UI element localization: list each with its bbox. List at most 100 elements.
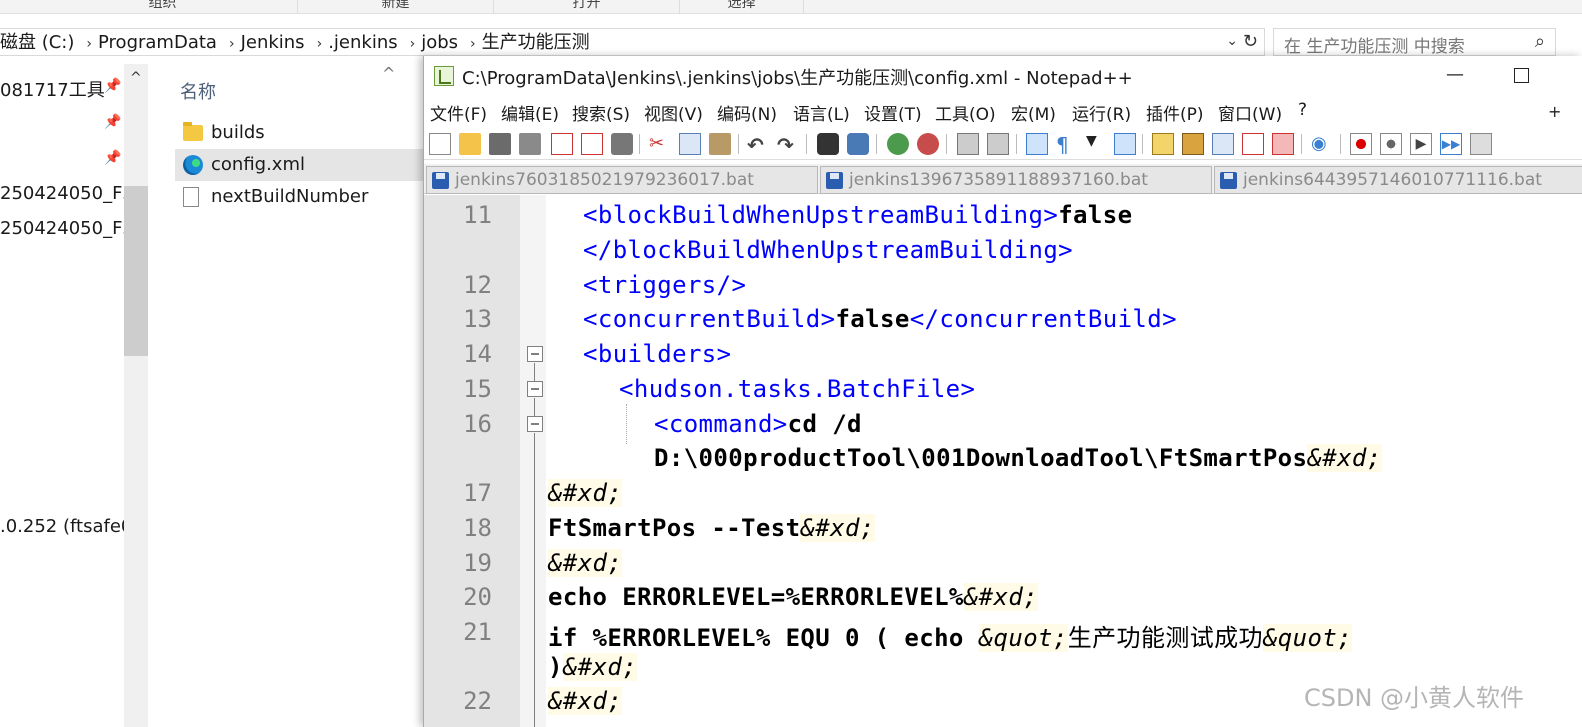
- minimize-button[interactable]: —: [1446, 64, 1464, 85]
- menu-run[interactable]: 运行(R): [1072, 100, 1131, 125]
- xml-text: D:\000productTool\001DownloadTool\FtSmar…: [654, 444, 1308, 472]
- folder-icon: [183, 122, 203, 141]
- run-macro-multiple-icon[interactable]: ▶▶: [1440, 133, 1462, 155]
- code-line-13: <concurrentBuild>false</concurrentBuild>: [583, 305, 1177, 333]
- fold-collapse-icon[interactable]: [527, 381, 543, 397]
- breadcrumb-dot-jenkins[interactable]: .jenkins: [328, 32, 397, 53]
- quick-access-item[interactable]: 250424050_F3: [0, 183, 134, 204]
- dropdown-arrow-icon[interactable]: ▼: [1086, 133, 1108, 155]
- paste-icon[interactable]: [709, 133, 731, 155]
- address-bar[interactable]: 磁盘 (C:) › ProgramData › Jenkins › .jenkins › job…: [0, 28, 1265, 56]
- breadcrumb-drive[interactable]: 磁盘 (C:): [0, 32, 74, 53]
- nav-scrollbar[interactable]: ^: [124, 64, 148, 727]
- chevron-down-icon[interactable]: ⌄: [1226, 33, 1238, 49]
- title-bar[interactable]: C:\ProgramData\Jenkins\.jenkins\jobs\生产功…: [424, 56, 1582, 96]
- menu-settings[interactable]: 设置(T): [864, 100, 922, 125]
- breadcrumb-job-folder[interactable]: 生产功能压测: [482, 32, 590, 53]
- pin-icon[interactable]: 📌: [104, 78, 121, 94]
- find-icon[interactable]: [817, 133, 839, 155]
- menu-encoding[interactable]: 编码(N): [717, 100, 777, 125]
- xml-tag: <concurrentBuild>: [583, 305, 836, 333]
- replace-icon[interactable]: [847, 133, 869, 155]
- folder-as-workspace-icon[interactable]: [1272, 133, 1294, 155]
- quick-access-item[interactable]: 081717工具: [0, 76, 105, 102]
- scrollbar-thumb[interactable]: [124, 186, 148, 356]
- search-placeholder: 在 生产功能压测 中搜索: [1284, 37, 1465, 57]
- undo-icon[interactable]: ↶: [747, 133, 769, 157]
- open-file-icon[interactable]: [459, 133, 481, 155]
- fold-collapse-icon[interactable]: [527, 416, 543, 432]
- cut-icon[interactable]: ✂: [649, 133, 671, 155]
- copy-icon[interactable]: [679, 133, 701, 155]
- playback-macro-icon[interactable]: ▶: [1410, 133, 1432, 155]
- close-icon[interactable]: [551, 133, 573, 155]
- ribbon-group-open[interactable]: 打开: [494, 0, 680, 14]
- tab-file-3[interactable]: jenkins6443957146010771116.bat: [1214, 166, 1582, 194]
- save-all-icon[interactable]: [519, 133, 541, 155]
- save-macro-icon[interactable]: [1470, 133, 1492, 155]
- menu-plugins[interactable]: 插件(P): [1146, 100, 1204, 125]
- tab-file-2[interactable]: jenkins1396735891188937160.bat: [820, 166, 1212, 194]
- word-wrap-icon[interactable]: [1026, 133, 1048, 155]
- menu-file[interactable]: 文件(F): [430, 100, 487, 125]
- breadcrumb-jobs[interactable]: jobs: [421, 32, 458, 53]
- toolbar-separator: [876, 134, 877, 154]
- stop-recording-icon[interactable]: [1380, 133, 1402, 155]
- chevron-right-icon[interactable]: ›: [229, 36, 235, 52]
- save-icon[interactable]: [489, 133, 511, 155]
- quick-access-item[interactable]: 250424050_F3: [0, 218, 134, 239]
- menu-help[interactable]: ?: [1298, 100, 1307, 120]
- quick-access-item[interactable]: .0.252 (ftsafe0.: [0, 516, 138, 537]
- menu-tools[interactable]: 工具(O): [935, 100, 996, 125]
- code-editor[interactable]: 11 12 13 14 15 16 17 18 19 20 21 22 <blo…: [424, 195, 1582, 727]
- menu-view[interactable]: 视图(V): [644, 100, 703, 125]
- redo-icon[interactable]: ↷: [777, 133, 799, 157]
- file-name: config.xml: [211, 154, 305, 175]
- chevron-right-icon[interactable]: ›: [317, 36, 323, 52]
- menu-window[interactable]: 窗口(W): [1218, 100, 1282, 125]
- new-file-icon[interactable]: [429, 133, 451, 155]
- indent-guide-icon[interactable]: [1114, 133, 1136, 155]
- breadcrumb-programdata[interactable]: ProgramData: [98, 32, 217, 53]
- maximize-button[interactable]: [1514, 68, 1529, 83]
- search-icon[interactable]: ⌕: [1535, 31, 1545, 52]
- close-all-icon[interactable]: [581, 133, 603, 155]
- monitoring-eye-icon[interactable]: ◉: [1311, 133, 1333, 155]
- record-macro-icon[interactable]: [1350, 133, 1372, 155]
- zoom-in-icon[interactable]: [887, 133, 909, 155]
- plus-icon[interactable]: +: [1548, 102, 1561, 121]
- menu-search[interactable]: 搜索(S): [572, 100, 630, 125]
- chevron-right-icon[interactable]: ›: [470, 36, 476, 52]
- chevron-right-icon[interactable]: ›: [410, 36, 416, 52]
- document-list-icon[interactable]: [1212, 133, 1234, 155]
- menu-language[interactable]: 语言(L): [793, 100, 850, 125]
- tab-file-1[interactable]: jenkins7603185021979236017.bat: [426, 166, 818, 194]
- edge-browser-icon: [183, 155, 203, 175]
- search-input[interactable]: 在 生产功能压测 中搜索 ⌕: [1273, 28, 1556, 57]
- print-icon[interactable]: [611, 133, 633, 155]
- file-row-config-xml[interactable]: config.xml: [175, 149, 424, 181]
- function-list-icon[interactable]: [1242, 133, 1264, 155]
- chevron-right-icon[interactable]: ›: [86, 36, 92, 52]
- ribbon-group-select[interactable]: 选择: [680, 0, 804, 14]
- ribbon-group-organize[interactable]: 组织: [28, 0, 298, 14]
- sync-horizontal-icon[interactable]: [987, 133, 1009, 155]
- sync-vertical-icon[interactable]: [957, 133, 979, 155]
- column-header-name[interactable]: 名称: [180, 78, 216, 104]
- refresh-icon[interactable]: ↻: [1243, 31, 1258, 52]
- menu-edit[interactable]: 编辑(E): [501, 100, 559, 125]
- file-row-builds[interactable]: builds: [175, 117, 424, 149]
- menu-macro[interactable]: 宏(M): [1011, 100, 1056, 125]
- pin-icon[interactable]: 📌: [104, 150, 121, 166]
- file-row-nextbuildnumber[interactable]: nextBuildNumber: [175, 181, 424, 213]
- tab-bar: jenkins7603185021979236017.bat jenkins13…: [424, 164, 1582, 194]
- zoom-out-icon[interactable]: [917, 133, 939, 155]
- fold-collapse-icon[interactable]: [527, 346, 543, 362]
- scroll-up-icon[interactable]: ^: [130, 70, 142, 86]
- document-map-icon[interactable]: [1182, 133, 1204, 155]
- breadcrumb-jenkins[interactable]: Jenkins: [241, 32, 305, 53]
- ribbon-group-new[interactable]: 新建: [298, 0, 494, 14]
- pin-icon[interactable]: 📌: [104, 114, 121, 130]
- show-all-characters-icon[interactable]: ¶: [1056, 133, 1078, 157]
- user-defined-language-icon[interactable]: [1152, 133, 1174, 155]
